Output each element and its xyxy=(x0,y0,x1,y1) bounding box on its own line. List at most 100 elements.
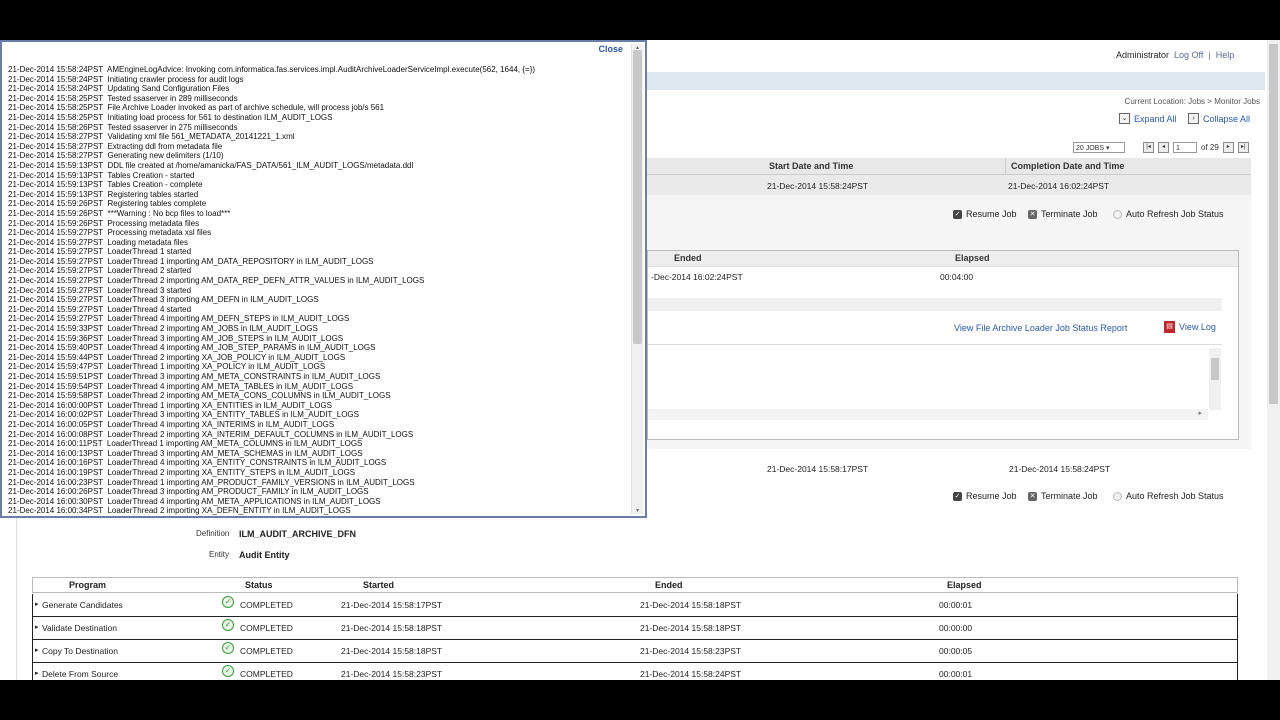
next-page-icon[interactable]: ▸ xyxy=(1222,142,1234,153)
expand-row-icon[interactable]: ▸ xyxy=(35,669,39,677)
job-status-report-link[interactable]: View File Archive Loader Job Status Repo… xyxy=(954,323,1127,333)
program-name: Validate Destination xyxy=(42,623,117,633)
entity-value: Audit Entity xyxy=(239,550,290,560)
log-line: 21-Dec-2014 15:59:47PST LoaderThread 1 i… xyxy=(8,362,326,372)
auto-refresh-label: Auto Refresh Job Status xyxy=(1126,209,1224,219)
auto-refresh-toggle[interactable]: Auto Refresh Job Status xyxy=(1113,209,1224,219)
expand-row-icon[interactable]: ▸ xyxy=(35,646,39,654)
log-line: 21-Dec-2014 16:00:11PST LoaderThread 1 i… xyxy=(8,439,363,449)
terminate-job-button[interactable]: ✕ Terminate Job xyxy=(1028,209,1098,219)
expand-icon: ⌄ xyxy=(1119,113,1130,124)
job-table-header: Start Date and Time Completion Date and … xyxy=(647,158,1251,175)
close-button[interactable]: Close xyxy=(598,44,623,54)
page-number-value: 1 xyxy=(1176,145,1180,152)
log-line: 21-Dec-2014 15:59:51PST LoaderThread 3 i… xyxy=(8,372,381,381)
col-divider xyxy=(1005,158,1006,174)
page-size-value: 20 JOBS xyxy=(1076,145,1105,152)
col-elapsed-header: Elapsed xyxy=(947,580,982,590)
log-line: 21-Dec-2014 15:58:24PST Initiating crawl… xyxy=(8,74,244,84)
log-line: 21-Dec-2014 16:00:13PST LoaderThread 3 i… xyxy=(8,448,363,458)
collapse-icon: › xyxy=(1188,113,1199,124)
program-elapsed: 00:00:01 xyxy=(939,669,973,679)
first-page-icon[interactable]: |◂ xyxy=(1143,142,1154,153)
step-ended-value: -Dec-2014 16:02:24PST xyxy=(651,272,743,282)
program-row[interactable]: ▸ Copy To Destination ✓ COMPLETED 21-Dec… xyxy=(32,640,1238,663)
log-line: 21-Dec-2014 15:58:24PST Updating Sand Co… xyxy=(8,84,230,94)
breadcrumb-jobs[interactable]: Jobs xyxy=(1188,97,1205,106)
help-link[interactable]: Help xyxy=(1216,50,1235,60)
log-preview-scrollbar[interactable] xyxy=(1209,348,1221,410)
page-size-select[interactable]: 20 JOBS ▾ xyxy=(1073,142,1125,153)
resume-job-button[interactable]: ✓ Resume Job xyxy=(953,491,1017,501)
program-name: Delete From Source xyxy=(42,669,119,679)
log-modal-scroll-thumb[interactable] xyxy=(633,50,642,344)
log-line: 21-Dec-2014 15:58:26PST Tested ssaserver… xyxy=(8,122,238,132)
browser-viewport: Administrator Log Off | Help Current Loc… xyxy=(0,40,1280,680)
scroll-down-icon[interactable]: ▾ xyxy=(633,507,642,514)
program-elapsed: 00:00:05 xyxy=(939,646,973,656)
log-line: 21-Dec-2014 15:59:36PST LoaderThread 3 i… xyxy=(8,333,344,343)
job-row[interactable]: 21-Dec-2014 15:58:24PST 21-Dec-2014 16:0… xyxy=(647,175,1251,195)
log-preview-hscroll[interactable]: ▸ xyxy=(648,409,1208,420)
expand-row-icon[interactable]: ▸ xyxy=(35,623,39,631)
username-label: Administrator xyxy=(1116,50,1170,60)
step-elapsed-value: 00:04:00 xyxy=(940,272,974,282)
program-started: 21-Dec-2014 15:58:18PST xyxy=(341,623,443,633)
program-started: 21-Dec-2014 15:58:23PST xyxy=(341,669,443,679)
logoff-link[interactable]: Log Off xyxy=(1174,50,1203,60)
completed-check-icon: ✓ xyxy=(222,642,234,654)
log-line: 21-Dec-2014 16:00:16PST LoaderThread 4 i… xyxy=(8,458,387,468)
log-line: 21-Dec-2014 15:59:27PST LoaderThread 2 i… xyxy=(8,276,425,286)
expand-row-icon[interactable]: ▸ xyxy=(35,600,39,608)
entity-label: Entity xyxy=(209,550,230,559)
program-row[interactable]: ▸ Generate Candidates ✓ COMPLETED 21-Dec… xyxy=(32,594,1238,617)
window-scrollbar-thumb[interactable] xyxy=(1269,44,1278,404)
log-line: 21-Dec-2014 15:59:58PST LoaderThread 2 i… xyxy=(8,391,391,401)
terminate-job-label: Terminate Job xyxy=(1041,491,1098,501)
header-separator: | xyxy=(1208,50,1211,60)
col-start-header: Start Date and Time xyxy=(769,161,854,171)
program-ended: 21-Dec-2014 15:58:18PST xyxy=(640,623,742,633)
log-line: 21-Dec-2014 15:59:27PST LoaderThread 3 i… xyxy=(8,295,319,305)
log-line: 21-Dec-2014 16:00:02PST LoaderThread 3 i… xyxy=(8,410,359,420)
completed-check-icon: ✓ xyxy=(222,665,234,677)
log-line: 21-Dec-2014 15:59:13PST Tables Creation … xyxy=(8,170,195,180)
page-number-input[interactable]: 1 xyxy=(1173,142,1197,153)
prev-page-icon[interactable]: ◂ xyxy=(1158,142,1169,153)
log-line: 21-Dec-2014 16:00:23PST LoaderThread 1 i… xyxy=(8,477,415,487)
resume-job-button[interactable]: ✓ Resume Job xyxy=(953,209,1017,219)
terminate-job-button[interactable]: ✕ Terminate Job xyxy=(1028,491,1098,501)
view-log-label: View Log xyxy=(1179,322,1216,332)
program-status: COMPLETED xyxy=(240,623,293,633)
log-line: 21-Dec-2014 15:59:27PST LoaderThread 1 s… xyxy=(8,247,192,257)
breadcrumb-prefix: Current Location: xyxy=(1124,97,1186,106)
log-line: 21-Dec-2014 16:00:05PST LoaderThread 4 i… xyxy=(8,419,335,429)
resume-job-label: Resume Job xyxy=(966,491,1017,501)
log-line: 21-Dec-2014 15:59:33PST LoaderThread 2 i… xyxy=(8,324,318,334)
program-status: COMPLETED xyxy=(240,600,293,610)
job-row[interactable]: 21-Dec-2014 15:58:17PST 21-Dec-2014 15:5… xyxy=(647,459,1251,479)
program-status: COMPLETED xyxy=(240,646,293,656)
auto-refresh-toggle[interactable]: Auto Refresh Job Status xyxy=(1113,491,1224,501)
log-line: 21-Dec-2014 15:59:13PST Registering tabl… xyxy=(8,189,199,199)
program-name: Copy To Destination xyxy=(42,646,118,656)
view-log-button[interactable]: ▤ View Log xyxy=(1164,321,1216,333)
log-modal-scrollbar[interactable]: ▴ ▾ xyxy=(631,44,643,514)
collapse-all-button[interactable]: › Collapse All xyxy=(1188,113,1250,124)
log-line: 21-Dec-2014 16:00:26PST LoaderThread 3 i… xyxy=(8,487,369,497)
program-row[interactable]: ▸ Delete From Source ✓ COMPLETED 21-Dec-… xyxy=(32,663,1238,680)
expand-all-button[interactable]: ⌄ Expand All xyxy=(1119,113,1177,124)
program-row[interactable]: ▸ Validate Destination ✓ COMPLETED 21-De… xyxy=(32,617,1238,640)
log-line: 21-Dec-2014 15:58:27PST Extracting ddl f… xyxy=(8,141,223,151)
last-page-icon[interactable]: ▸| xyxy=(1237,142,1249,153)
log-preview-scroll-thumb[interactable] xyxy=(1211,358,1219,380)
col-ended-header: Ended xyxy=(674,253,702,263)
scroll-right-icon[interactable]: ▸ xyxy=(1198,409,1202,417)
program-table-header: Program Status Started Ended Elapsed xyxy=(32,577,1238,593)
log-line: 21-Dec-2014 15:59:27PST LoaderThread 2 s… xyxy=(8,266,192,276)
log-line: 21-Dec-2014 15:59:27PST Processing metad… xyxy=(8,228,212,238)
step-subrow xyxy=(648,298,1222,311)
window-scrollbar[interactable] xyxy=(1267,40,1280,680)
collapse-all-label: Collapse All xyxy=(1203,113,1251,124)
program-ended: 21-Dec-2014 15:58:23PST xyxy=(640,646,742,656)
